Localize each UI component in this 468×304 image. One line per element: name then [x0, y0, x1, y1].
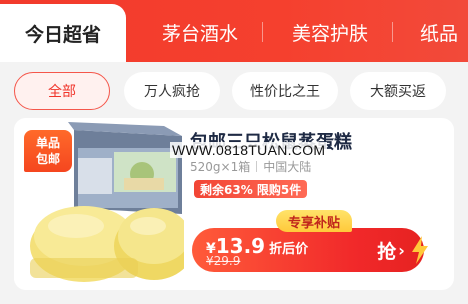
- app-root: 今日超省 茅台酒水 美容护肤 纸品 全部 万人疯抢 性价比之王 大额买返 单品 …: [0, 0, 468, 304]
- buy-bar[interactable]: ¥13.9 折后价 ¥29.9 抢 ›: [192, 228, 428, 272]
- tab-divider: [392, 22, 393, 42]
- product-spec: 520g×1箱 中国大陆: [190, 158, 311, 175]
- category-tab-bar: 今日超省 茅台酒水 美容护肤 纸品: [0, 0, 468, 62]
- spec-weight: 520g×1箱: [190, 160, 251, 174]
- product-card[interactable]: 单品 包邮 包邮三只松鼠蒸蛋糕 WWW.0818TUAN.COM 520g×1箱…: [14, 118, 454, 290]
- chip-big-rebate[interactable]: 大额买返: [350, 72, 446, 110]
- stock-limit-tag: 剩余63% 限购5件: [194, 180, 308, 198]
- original-price: ¥29.9: [206, 254, 241, 268]
- free-shipping-badge: 单品 包邮: [24, 130, 72, 172]
- badge-line-2: 包邮: [35, 152, 60, 166]
- exclusive-subsidy-tag: 专享补贴: [276, 210, 352, 232]
- badge-line-1: 单品: [35, 136, 60, 150]
- site-watermark: WWW.0818TUAN.COM: [170, 142, 328, 158]
- tab-moutai-liquor[interactable]: 茅台酒水: [160, 14, 240, 50]
- filter-chip-row: 全部 万人疯抢 性价比之王 大额买返: [0, 62, 468, 118]
- lightning-icon: [412, 236, 428, 264]
- chevron-right-icon: ›: [398, 240, 405, 260]
- price-suffix: 折后价: [269, 242, 309, 257]
- tab-beauty-skincare[interactable]: 美容护肤: [290, 14, 370, 50]
- tab-paper-products[interactable]: 纸品: [420, 14, 468, 50]
- chip-best-value[interactable]: 性价比之王: [232, 72, 338, 110]
- chip-hot-sellers[interactable]: 万人疯抢: [124, 72, 220, 110]
- spec-origin: 中国大陆: [263, 160, 312, 174]
- tab-divider: [262, 22, 263, 42]
- spec-divider: [256, 161, 258, 172]
- chip-all[interactable]: 全部: [14, 72, 110, 110]
- tab-today-savings[interactable]: 今日超省: [0, 4, 126, 62]
- product-image[interactable]: 单品 包邮: [14, 118, 184, 290]
- grab-label: 抢: [377, 240, 397, 263]
